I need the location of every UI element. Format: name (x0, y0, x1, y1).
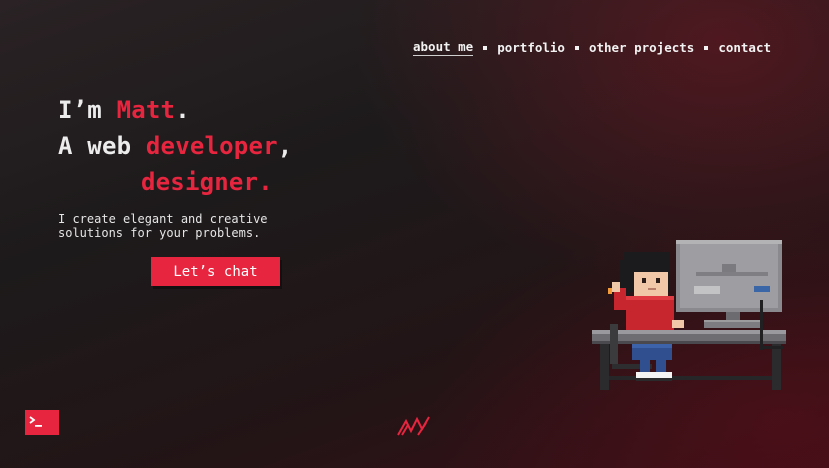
hero-name: Matt (116, 96, 176, 124)
hero-role-suffix: , (277, 132, 293, 160)
hero-role-developer: developer (145, 132, 278, 160)
hero-heading: I’m Matt. A web developer, designer. (58, 92, 292, 200)
hero-role-designer: designer. (141, 168, 273, 196)
hero-description-line-1: I create elegant and creative (58, 212, 268, 226)
hero-description-line-2: solutions for your problems. (58, 226, 261, 240)
nav-separator (704, 45, 709, 50)
hero-description: I create elegant and creative solutions … (58, 212, 268, 240)
nav-separator (483, 45, 488, 50)
terminal-icon (29, 416, 42, 427)
nav-separator (574, 45, 579, 50)
pixel-developer-illustration (588, 236, 798, 400)
hero-role-prefix: A web (58, 132, 146, 160)
lets-chat-button[interactable]: Let’s chat (151, 257, 280, 286)
terminal-button[interactable] (25, 410, 59, 435)
logo-mark-icon (397, 416, 430, 436)
nav-contact[interactable]: contact (718, 40, 771, 55)
top-nav: about me portfolio other projects contac… (413, 39, 771, 56)
hero-intro-prefix: I’m (58, 96, 117, 124)
nav-other-projects[interactable]: other projects (589, 40, 694, 55)
hero-intro-suffix: . (175, 96, 190, 124)
hero-line-intro: I’m Matt. (58, 92, 292, 128)
site-logo[interactable] (396, 414, 432, 442)
nav-about-me[interactable]: about me (413, 39, 474, 56)
developer-at-computer-icon (592, 240, 786, 390)
hero-line-role: A web developer, (58, 128, 292, 164)
nav-portfolio[interactable]: portfolio (497, 40, 565, 55)
